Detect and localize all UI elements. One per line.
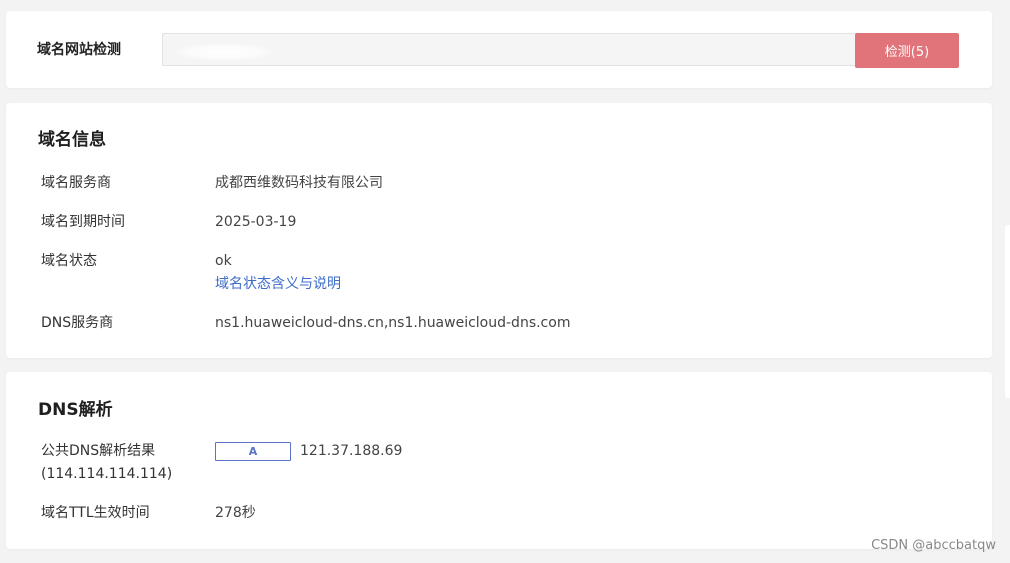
expiry-label: 域名到期时间 (41, 214, 125, 230)
domain-check-panel: 域名网站检测 检测(5) (6, 11, 992, 88)
check-button[interactable]: 检测(5) (855, 33, 959, 68)
dns-provider-label: DNS服务商 (41, 315, 114, 331)
domain-search-input[interactable] (162, 33, 855, 66)
registrar-value: 成都西维数码科技有限公司 (215, 175, 383, 191)
record-value: 121.37.188.69 (300, 443, 403, 459)
expiry-value: 2025-03-19 (215, 214, 297, 230)
domain-check-label: 域名网站检测 (37, 42, 121, 58)
dns-resolution-title: DNS解析 (38, 400, 113, 420)
ttl-label: 域名TTL生效时间 (41, 505, 150, 521)
status-explanation-link[interactable]: 域名状态含义与说明 (215, 273, 341, 295)
public-dns-server-label: (114.114.114.114) (41, 466, 173, 482)
record-type-badge: A (215, 442, 291, 461)
domain-info-panel: 域名信息 域名服务商 成都西维数码科技有限公司 域名到期时间 2025-03-1… (6, 103, 992, 358)
dns-resolution-panel: DNS解析 公共DNS解析结果 (114.114.114.114) A 121.… (6, 372, 992, 549)
ttl-value: 278秒 (215, 505, 256, 521)
side-scroll-tab[interactable] (1005, 225, 1010, 398)
public-dns-label: 公共DNS解析结果 (41, 443, 156, 459)
domain-info-title: 域名信息 (38, 130, 106, 150)
dns-provider-value: ns1.huaweicloud-dns.cn,ns1.huaweicloud-d… (215, 315, 571, 331)
status-value: ok (215, 253, 232, 269)
watermark-text: CSDN @abccbatqw (871, 538, 996, 553)
registrar-label: 域名服务商 (41, 175, 111, 191)
status-label: 域名状态 (41, 253, 97, 269)
